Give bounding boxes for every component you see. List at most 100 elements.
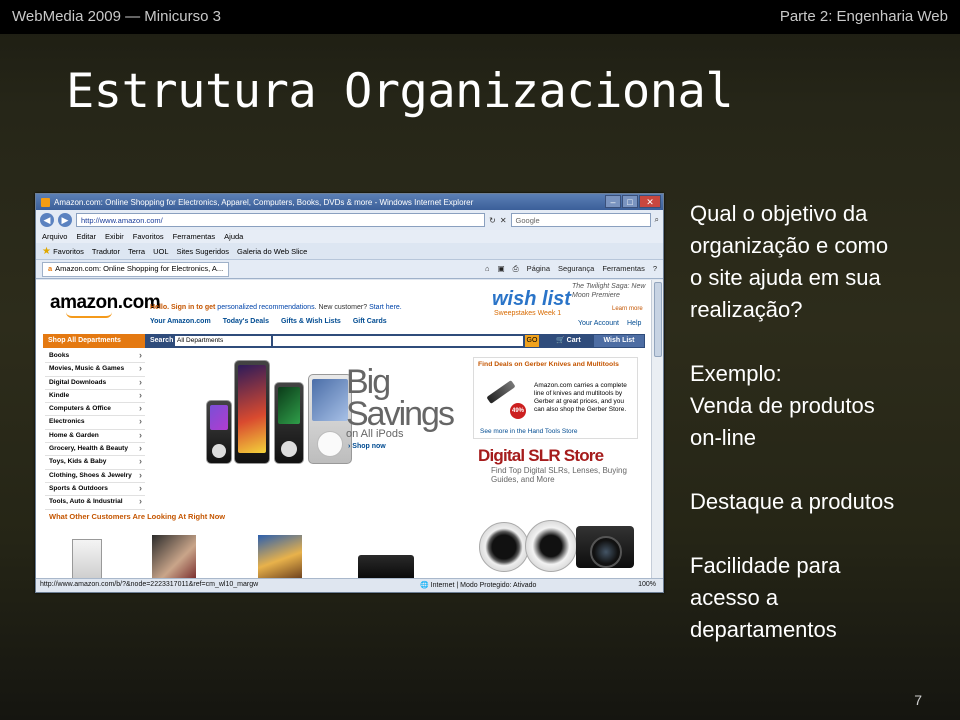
console-product-image[interactable]	[358, 555, 414, 579]
amazon-page: amazon.com Hello. Sign in to get persona…	[36, 280, 652, 579]
stop-icon[interactable]: ✕	[500, 216, 507, 225]
category-home-garden[interactable]: Home & Garden	[45, 430, 145, 444]
forward-icon[interactable]: ▶	[58, 213, 72, 227]
back-icon[interactable]: ◀	[40, 213, 54, 227]
security-menu[interactable]: Segurança	[558, 264, 594, 274]
maximize-icon[interactable]: □	[622, 195, 638, 208]
savings-word: Savings	[346, 395, 455, 433]
menu-editar[interactable]: Editar	[76, 232, 96, 241]
category-kindle[interactable]: Kindle	[45, 390, 145, 404]
others-looking-heading: What Other Customers Are Looking At Righ…	[49, 512, 226, 521]
menu-ajuda[interactable]: Ajuda	[224, 232, 243, 241]
search-icon[interactable]: ⌕	[655, 215, 659, 225]
category-digital-downloads[interactable]: Digital Downloads	[45, 377, 145, 390]
menu-ferramentas[interactable]: Ferramentas	[173, 232, 216, 241]
menu-arquivo[interactable]: Arquivo	[42, 232, 67, 241]
category-tools-auto-industrial[interactable]: Tools, Auto & Industrial	[45, 496, 145, 510]
department-select[interactable]: All Departments	[175, 336, 271, 346]
lens-white-2-icon	[525, 520, 577, 572]
minimize-icon[interactable]: –	[605, 195, 621, 208]
home-icon[interactable]: ⌂	[485, 264, 490, 274]
amazon-favicon: a	[48, 264, 53, 273]
tab-amazon[interactable]: a Amazon.com: Online Shopping for Electr…	[42, 261, 230, 277]
hand-tools-link[interactable]: See more in the Hand Tools Store	[480, 428, 577, 435]
dslr-promo[interactable]: Digital SLR Store Find Top Digital SLRs,…	[473, 446, 638, 572]
shop-now-link[interactable]: › Shop now	[348, 443, 386, 450]
scrollbar-thumb[interactable]	[654, 282, 662, 357]
amazon-logo[interactable]: amazon.com	[50, 292, 161, 318]
fav-tradutor[interactable]: Tradutor	[92, 247, 120, 256]
album-product-image[interactable]	[152, 535, 196, 579]
command-bar: ⌂ ▣ ⎙ Página Segurança Ferramentas ?	[485, 264, 657, 274]
favorites-button[interactable]: ★ Favoritos	[42, 246, 84, 257]
amazon-smile-icon	[66, 312, 112, 318]
category-clothing-shoes-jewelry[interactable]: Clothing, Shoes & Jewelry	[45, 470, 145, 483]
highlight-line: Destaque a produtos	[690, 489, 895, 514]
example-line-2: Venda de produtos	[690, 393, 875, 418]
help-link[interactable]: Help	[627, 320, 641, 327]
page-menu[interactable]: Página	[527, 264, 550, 274]
nav-your-amazon[interactable]: Your Amazon.com	[150, 318, 211, 325]
nav-gifts-wishlists[interactable]: Gifts & Wish Lists	[281, 318, 341, 325]
browser-search-input[interactable]: Google	[510, 213, 651, 227]
nav-todays-deals[interactable]: Today's Deals	[223, 318, 269, 325]
example-line-1: Exemplo:	[690, 361, 782, 386]
go-button[interactable]: GO	[525, 335, 539, 347]
recommendations-link[interactable]: personalized recommendations	[217, 304, 314, 311]
big-word: Big	[346, 363, 391, 401]
menu-exibir[interactable]: Exibir	[105, 232, 124, 241]
slide: WebMedia 2009 — Minicurso 3 Parte 2: Eng…	[0, 0, 960, 720]
your-account-link[interactable]: Your Account	[578, 320, 619, 327]
wishlist-logo[interactable]: wish list	[492, 288, 571, 311]
tab-label: Amazon.com: Online Shopping for Electron…	[55, 264, 224, 273]
browser-title-bar: Amazon.com: Online Shopping for Electron…	[36, 194, 663, 210]
status-zone-label: Internet | Modo Protegido: Ativado	[430, 582, 537, 589]
category-toys-kids-baby[interactable]: Toys, Kids & Baby	[45, 456, 145, 470]
category-movies-music-games[interactable]: Movies, Music & Games	[45, 363, 145, 377]
feeds-icon[interactable]: ▣	[498, 264, 505, 274]
fav-sites-sugeridos[interactable]: Sites Sugeridos	[177, 247, 230, 256]
help-icon[interactable]: ?	[653, 264, 657, 274]
category-electronics[interactable]: Electronics	[45, 416, 145, 430]
slide-title: Estrutura Organizacional	[66, 64, 734, 119]
question-text: Qual o objetivo da organização e como o …	[690, 198, 888, 326]
hello-rest: . New customer?	[314, 304, 368, 311]
kindle-product-image[interactable]	[72, 539, 102, 579]
page-number: 7	[914, 692, 922, 708]
browser-window-title: Amazon.com: Online Shopping for Electron…	[54, 197, 474, 207]
wish-list-button[interactable]: Wish List	[594, 335, 644, 347]
ipod-nano-video-image	[274, 382, 304, 464]
ease-text: Facilidade para acesso a departamentos	[690, 550, 840, 646]
fav-uol[interactable]: UOL	[153, 247, 168, 256]
nav-gift-cards[interactable]: Gift Cards	[353, 318, 387, 325]
learn-more-link[interactable]: Learn more	[612, 306, 643, 312]
account-links: Your Account Help	[578, 320, 641, 327]
cart-button[interactable]: 🛒 Cart	[556, 336, 592, 346]
menu-favoritos[interactable]: Favoritos	[133, 232, 164, 241]
zoom-level[interactable]: 100%	[638, 581, 656, 588]
start-here-link[interactable]: Start here.	[369, 304, 402, 311]
header-bar: WebMedia 2009 — Minicurso 3 Parte 2: Eng…	[0, 0, 960, 34]
category-sports-outdoors[interactable]: Sports & Outdoors	[45, 483, 145, 497]
question-line-4: realização?	[690, 297, 803, 322]
tools-menu[interactable]: Ferramentas	[602, 264, 645, 274]
shop-now-label: Shop now	[352, 443, 386, 450]
amazon-nav-links: Your Amazon.com Today's Deals Gifts & Wi…	[150, 318, 387, 325]
category-computers-office[interactable]: Computers & Office	[45, 403, 145, 417]
close-icon[interactable]: ✕	[639, 195, 661, 208]
ease-line-2: acesso a	[690, 585, 779, 610]
vertical-scrollbar[interactable]	[651, 280, 663, 579]
twilight-banner[interactable]: The Twilight Saga: New Moon Premiere	[572, 282, 652, 300]
ie-page-icon	[41, 197, 50, 207]
gerber-promo[interactable]: Find Deals on Gerber Knives and Multitoo…	[473, 357, 638, 439]
address-input[interactable]: http://www.amazon.com/	[76, 213, 486, 227]
shop-all-departments[interactable]: Shop All Departments	[43, 334, 145, 348]
refresh-icon[interactable]: ↻	[489, 216, 496, 225]
category-books[interactable]: Books	[45, 350, 145, 364]
movie-product-image[interactable]	[258, 535, 302, 579]
fav-galeria-web-slice[interactable]: Galeria do Web Slice	[237, 247, 307, 256]
fav-terra[interactable]: Terra	[128, 247, 145, 256]
category-grocery-health-beauty[interactable]: Grocery, Health & Beauty	[45, 443, 145, 457]
print-icon[interactable]: ⎙	[513, 264, 519, 274]
amazon-search-input[interactable]	[273, 336, 523, 346]
